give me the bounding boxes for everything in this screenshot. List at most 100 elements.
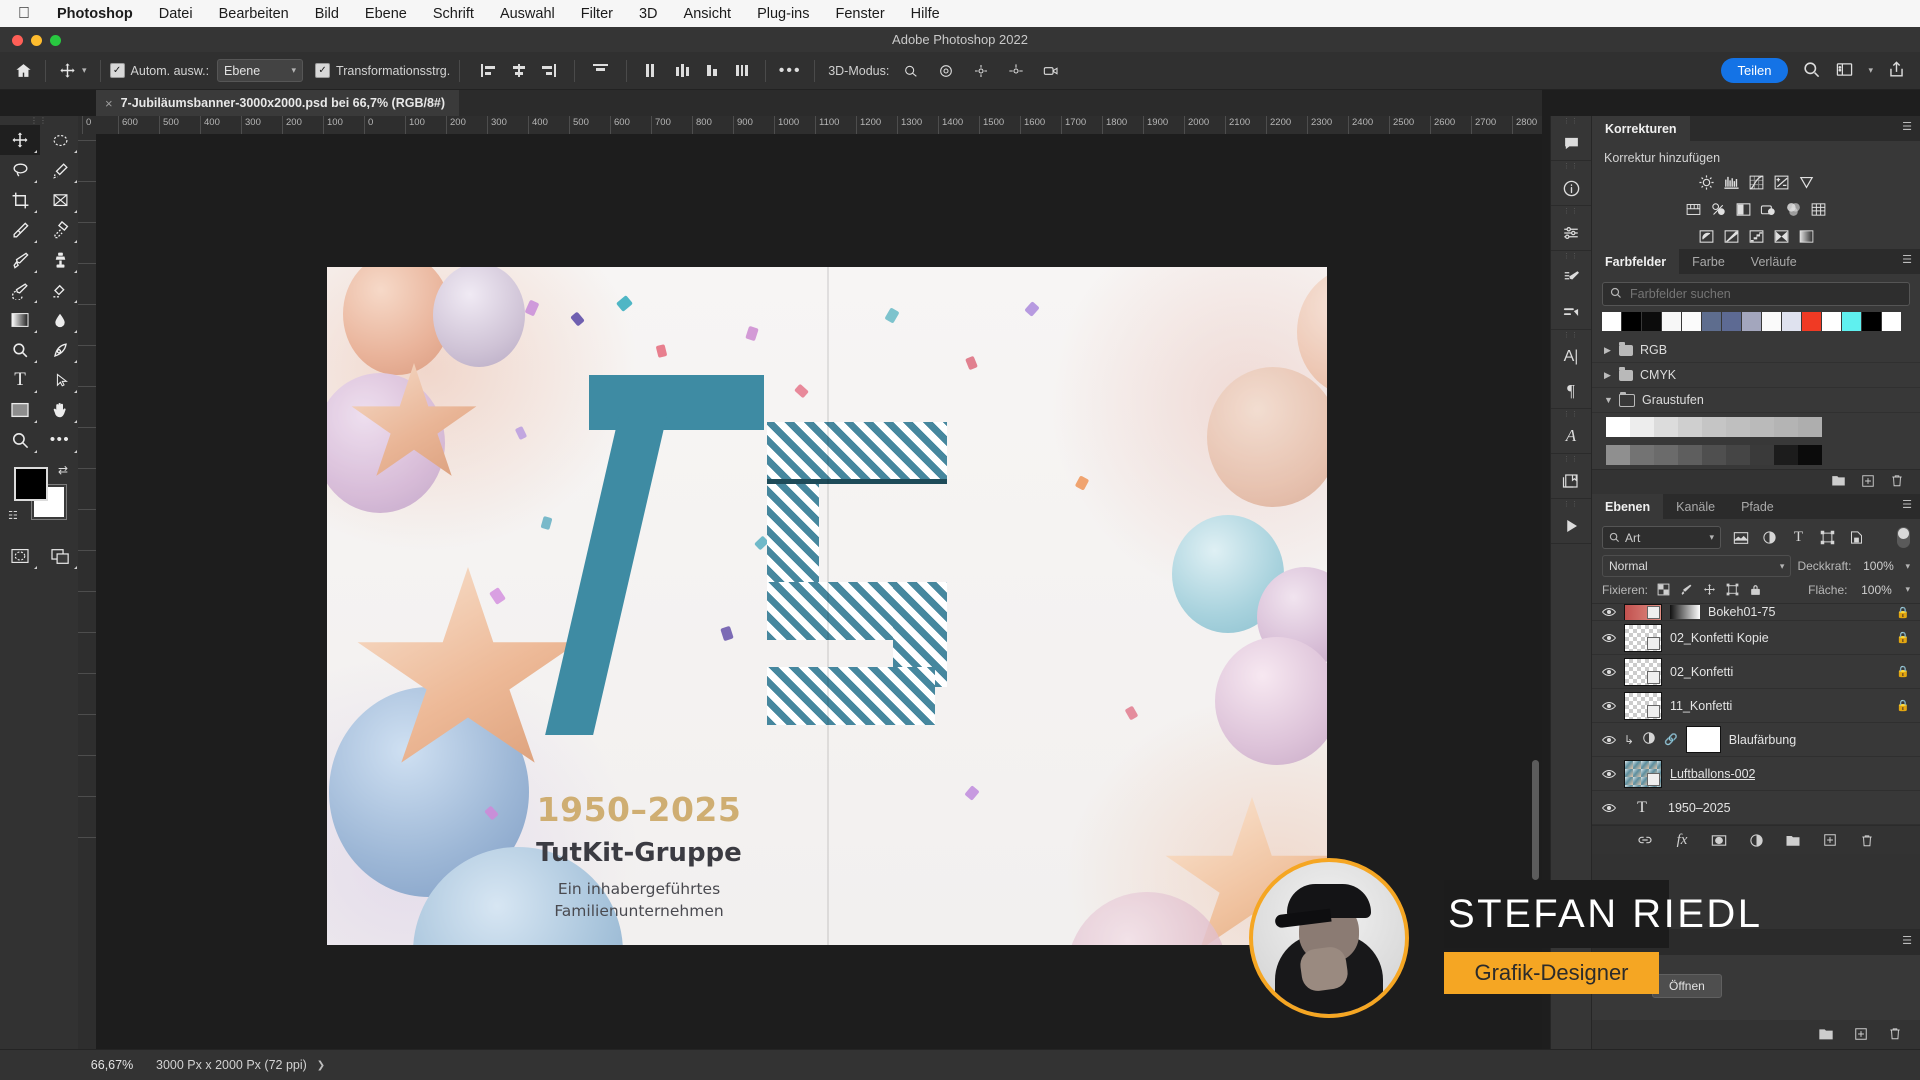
grayscale-swatch[interactable] — [1702, 445, 1726, 465]
chevron-down-icon[interactable]: ▾ — [1905, 561, 1910, 572]
swap-colors-icon[interactable]: ⇄ — [58, 463, 68, 477]
grayscale-swatch[interactable] — [1726, 445, 1750, 465]
slide-3d-icon[interactable] — [1002, 59, 1029, 83]
layer-visibility-icon[interactable] — [1602, 633, 1616, 643]
color-swatch[interactable] — [1622, 312, 1641, 331]
layer-name[interactable]: 1950–2025 — [1668, 801, 1731, 815]
chevron-down-icon[interactable]: ▾ — [82, 65, 87, 76]
info-icon[interactable] — [1551, 171, 1591, 205]
vibrance-icon[interactable] — [1797, 173, 1816, 192]
zoom-level[interactable]: 66,67% — [78, 1058, 146, 1072]
grayscale-swatch[interactable] — [1774, 417, 1798, 437]
tab-ebenen[interactable]: Ebenen — [1592, 494, 1664, 519]
layer-visibility-icon[interactable] — [1602, 769, 1616, 779]
new-adjustment-icon[interactable] — [1747, 831, 1765, 849]
delete-layer-icon[interactable] — [1858, 831, 1876, 849]
color-swatch[interactable] — [1862, 312, 1881, 331]
layer-mask-thumbnail[interactable] — [1685, 726, 1721, 753]
layer-thumbnail[interactable] — [1624, 604, 1662, 620]
grayscale-swatch[interactable] — [1798, 417, 1822, 437]
color-lookup-icon[interactable] — [1809, 200, 1828, 219]
panel-menu-icon[interactable]: ☰ — [1902, 500, 1912, 511]
history-brush-tool[interactable] — [0, 275, 40, 305]
layer-name[interactable]: 02_Konfetti Kopie — [1670, 631, 1769, 645]
gradient-map-icon[interactable] — [1797, 227, 1816, 246]
hue-saturation-icon[interactable] — [1684, 200, 1703, 219]
grayscale-swatch[interactable] — [1654, 445, 1678, 465]
grayscale-swatch[interactable] — [1678, 417, 1702, 437]
chevron-down-icon[interactable]: ▾ — [1868, 65, 1873, 76]
posterize-icon[interactable] — [1722, 227, 1741, 246]
camera-3d-icon[interactable] — [1037, 59, 1064, 83]
chevron-down-icon[interactable]: ▾ — [1905, 584, 1910, 595]
grayscale-swatch[interactable] — [1630, 417, 1654, 437]
menu-bild[interactable]: Bild — [302, 6, 352, 22]
brush-tool[interactable] — [0, 245, 40, 275]
default-colors-icon[interactable]: ☷ — [8, 509, 18, 522]
opacity-value[interactable]: 100% — [1857, 559, 1899, 573]
new-group-icon[interactable] — [1784, 831, 1802, 849]
foreground-color-swatch[interactable] — [14, 467, 48, 501]
layer-thumbnail[interactable] — [1624, 657, 1662, 686]
toolbar-grip[interactable]: ⋮⋮ — [0, 116, 78, 125]
brush-settings-icon[interactable] — [1551, 261, 1591, 295]
layer-name[interactable]: Luftballons-002 — [1670, 767, 1755, 781]
grayscale-swatch[interactable] — [1726, 417, 1750, 437]
table-row[interactable]: ↳ 🔗 Blaufärbung — [1592, 723, 1920, 757]
color-balance-icon[interactable] — [1709, 200, 1728, 219]
color-swatch[interactable] — [1702, 312, 1721, 331]
new-library-icon[interactable] — [1854, 1027, 1868, 1044]
layer-visibility-icon[interactable] — [1602, 803, 1616, 813]
character-icon[interactable]: A| — [1551, 340, 1591, 374]
menu-ansicht[interactable]: Ansicht — [671, 6, 745, 22]
lasso-tool[interactable] — [0, 155, 40, 185]
search-icon[interactable] — [1802, 60, 1821, 82]
invert-icon[interactable] — [1697, 227, 1716, 246]
apple-icon[interactable]:  — [0, 5, 44, 22]
layer-lock-icon[interactable]: 🔒 — [1896, 665, 1910, 678]
table-row[interactable]: Luftballons-002 — [1592, 757, 1920, 791]
close-icon[interactable]: × — [105, 96, 113, 111]
brush-presets-icon[interactable] — [1551, 295, 1591, 329]
more-options-button[interactable]: ••• — [775, 59, 805, 83]
swatches-search-box[interactable] — [1602, 282, 1910, 306]
auto-select-checkbox[interactable]: ✓ — [109, 63, 125, 78]
layer-lock-icon[interactable]: 🔒 — [1896, 699, 1910, 712]
tab-farbfelder[interactable]: Farbfelder — [1592, 249, 1680, 274]
actions-play-icon[interactable] — [1551, 509, 1591, 543]
dodge-tool[interactable] — [0, 335, 40, 365]
rectangle-tool[interactable] — [0, 395, 40, 425]
align-bottom-icon[interactable] — [699, 59, 726, 83]
lock-transparency-icon[interactable] — [1656, 582, 1671, 597]
color-swatch[interactable] — [1722, 312, 1741, 331]
layer-name[interactable]: 02_Konfetti — [1670, 665, 1733, 679]
distribute-v-icon[interactable] — [729, 59, 756, 83]
layer-visibility-icon[interactable] — [1602, 607, 1616, 617]
path-selection-tool[interactable] — [40, 365, 80, 395]
channel-mixer-icon[interactable] — [1784, 200, 1803, 219]
align-center-h-icon[interactable] — [505, 59, 532, 83]
table-row[interactable]: 11_Konfetti 🔒 — [1592, 689, 1920, 723]
menu-schrift[interactable]: Schrift — [420, 6, 487, 22]
vertical-ruler[interactable] — [78, 134, 97, 1050]
exposure-icon[interactable] — [1772, 173, 1791, 192]
menu-plugins[interactable]: Plug-ins — [744, 6, 822, 22]
menu-datei[interactable]: Datei — [146, 6, 206, 22]
rail-grip[interactable]: ⋮⋮ — [1551, 206, 1591, 216]
table-row[interactable]: T 1950–2025 — [1592, 791, 1920, 825]
panel-menu-icon[interactable]: ☰ — [1902, 936, 1912, 947]
new-swatch-icon[interactable] — [1861, 474, 1875, 491]
rail-grip[interactable]: ⋮⋮ — [1551, 409, 1591, 419]
move-tool[interactable] — [0, 125, 40, 155]
shape-filter-icon[interactable] — [1818, 528, 1837, 547]
filter-toggle[interactable] — [1897, 527, 1910, 548]
black-white-icon[interactable] — [1734, 200, 1753, 219]
color-swatch[interactable] — [1782, 312, 1801, 331]
color-swatch[interactable] — [1882, 312, 1901, 331]
brightness-contrast-icon[interactable] — [1697, 173, 1716, 192]
rail-grip[interactable]: ⋮⋮ — [1551, 251, 1591, 261]
color-swatch[interactable] — [1742, 312, 1761, 331]
tab-korrekturen[interactable]: Korrekturen — [1592, 116, 1690, 141]
home-icon[interactable] — [10, 58, 36, 84]
menu-photoshop[interactable]: Photoshop — [44, 6, 146, 22]
